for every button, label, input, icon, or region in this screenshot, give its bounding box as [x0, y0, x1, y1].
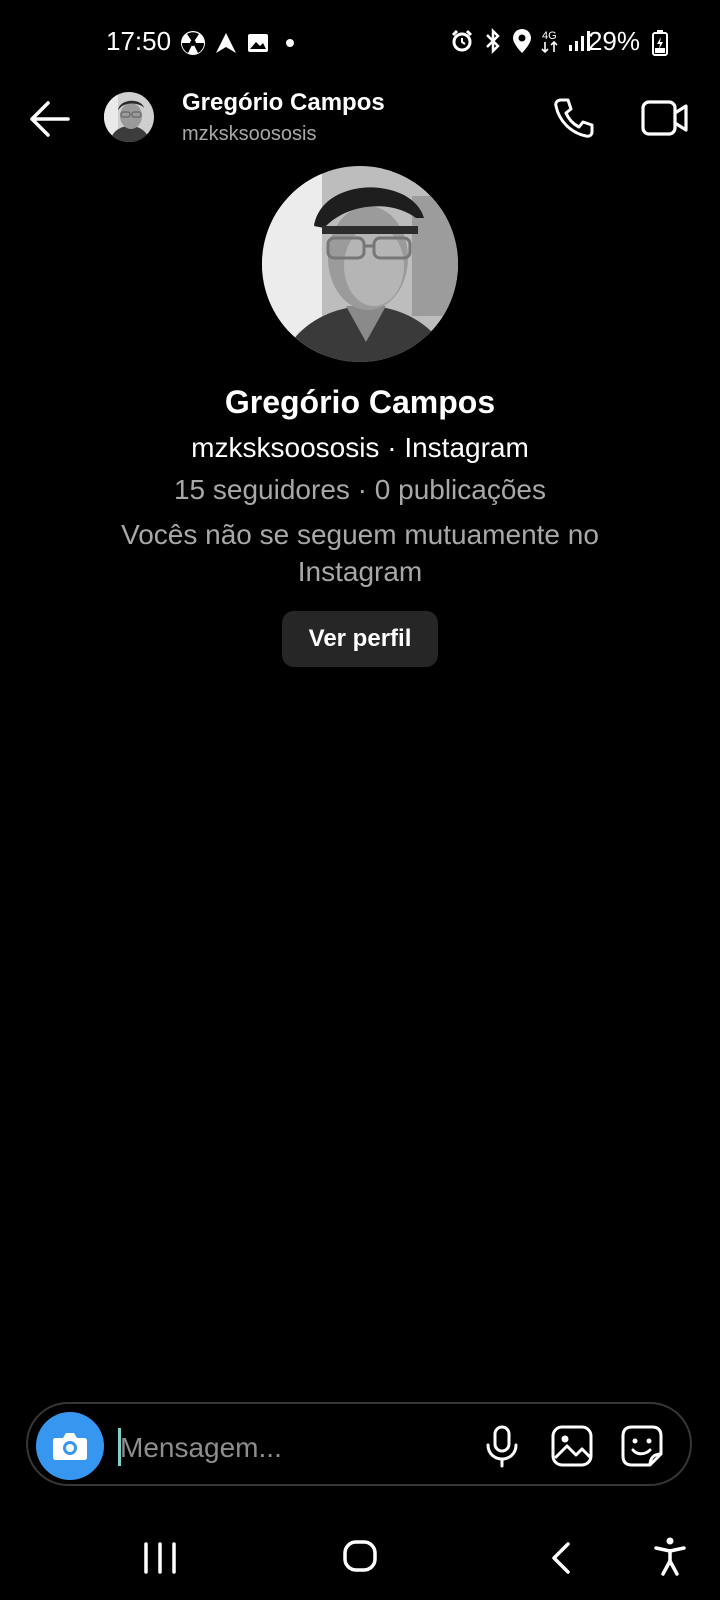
nav-home-button[interactable]: [342, 1538, 378, 1574]
sticker-icon: [621, 1425, 663, 1467]
gallery-icon: [551, 1425, 593, 1467]
phone-icon: [554, 98, 594, 138]
voice-message-button[interactable]: [482, 1424, 522, 1468]
svg-text:4G: 4G: [542, 30, 557, 42]
back-button[interactable]: [26, 96, 74, 142]
chevron-left-icon: [552, 1542, 570, 1574]
nav-recents-button[interactable]: [140, 1540, 180, 1576]
battery-percent: 29%: [587, 26, 640, 56]
4g-icon: 4G: [541, 30, 558, 54]
alarm-icon: [451, 29, 473, 52]
signal-icon: [569, 31, 590, 51]
location-icon: [513, 29, 531, 53]
header-name[interactable]: Gregório Campos: [182, 89, 385, 117]
voice-call-button[interactable]: [552, 96, 596, 140]
image-icon: [248, 34, 268, 52]
message-input[interactable]: [120, 1426, 450, 1470]
view-profile-button[interactable]: Ver perfil: [282, 611, 438, 667]
status-left-icons: [180, 30, 300, 56]
header-avatar[interactable]: [104, 92, 154, 142]
bluetooth-icon: [486, 28, 500, 54]
gallery-button[interactable]: [550, 1424, 594, 1468]
mutual-follow-note: Vocês não se seguem mutuamente no Instag…: [121, 519, 599, 587]
sticker-button[interactable]: [620, 1424, 664, 1468]
arrow-left-icon: [30, 101, 70, 137]
battery-icon: [652, 30, 668, 56]
home-icon: [343, 1540, 377, 1572]
recents-icon: [144, 1542, 176, 1574]
nuclear-icon: [181, 31, 205, 55]
header-username[interactable]: mzksksoososis: [182, 123, 316, 146]
microphone-icon: [486, 1425, 518, 1468]
profile-photo: [262, 166, 458, 362]
accessibility-button[interactable]: [652, 1536, 688, 1576]
profile-stats: 15 seguidores · 0 publicações: [173, 474, 546, 505]
status-time: 17:50: [106, 26, 172, 56]
avatar-photo: [104, 92, 154, 142]
profile-username: mzksksoososis · Instagram: [191, 432, 529, 463]
profile-avatar[interactable]: [262, 166, 458, 362]
camera-icon: [53, 1433, 87, 1460]
status-right-icons: 4G: [450, 28, 590, 54]
nav-arrow-icon: [216, 33, 236, 53]
profile-name: Gregório Campos: [224, 384, 496, 420]
nav-back-button[interactable]: [546, 1540, 576, 1576]
accessibility-icon: [654, 1537, 686, 1576]
video-call-button[interactable]: [640, 96, 690, 140]
dot-icon: [286, 39, 294, 47]
video-camera-icon: [641, 100, 688, 136]
camera-button[interactable]: [36, 1412, 104, 1480]
